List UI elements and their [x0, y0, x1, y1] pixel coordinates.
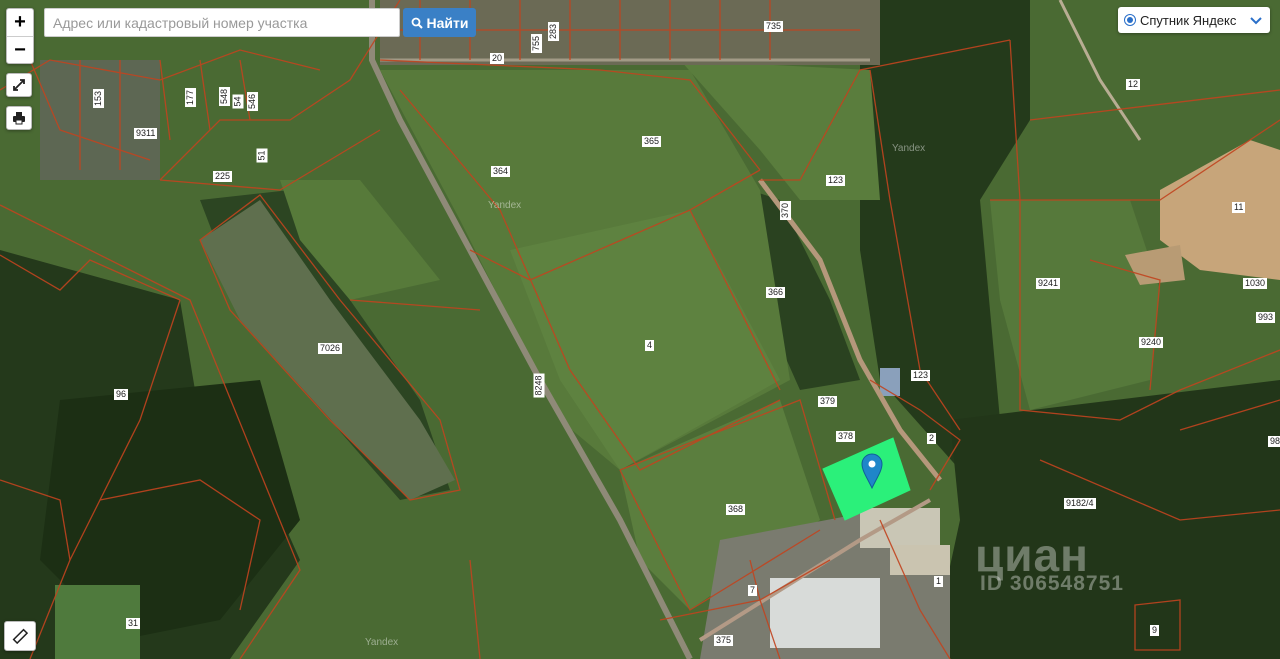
parcel-label: 9182/4: [1064, 498, 1096, 509]
parcel-label: 370: [780, 200, 792, 221]
parcel-label: 368: [726, 504, 746, 515]
chevron-down-icon: [1250, 12, 1262, 28]
address-search-input[interactable]: [44, 8, 400, 37]
parcel-label: 54: [232, 94, 244, 109]
zoom-in-button[interactable]: +: [7, 9, 33, 36]
parcel-label: 7: [748, 585, 758, 596]
parcel-label: 366: [766, 287, 786, 298]
parcel-label: 548: [219, 86, 231, 107]
parcel-label: 9: [1150, 625, 1160, 636]
ruler-icon: [12, 628, 28, 644]
parcel-label: 153: [93, 88, 105, 109]
map-layer-select[interactable]: Спутник Яндекс: [1118, 7, 1270, 33]
parcel-label: 365: [642, 136, 662, 147]
provider-label: Yandex: [488, 200, 522, 211]
parcel-label: 96: [114, 389, 129, 400]
parcel-label: 8248: [533, 373, 545, 398]
printer-icon: [13, 112, 25, 125]
parcel-label: 755: [531, 33, 543, 54]
parcel-label: 9240: [1139, 337, 1164, 348]
search-icon: [411, 17, 423, 29]
parcel-label: 12: [1126, 79, 1141, 90]
parcel-label: 4: [645, 340, 655, 351]
ruler-button[interactable]: [4, 621, 36, 651]
parcel-label: 379: [818, 396, 838, 407]
parcel-label: 9311: [134, 128, 158, 139]
parcel-label: 51: [256, 148, 268, 163]
radio-selected-icon[interactable]: [1124, 14, 1136, 26]
parcel-label: 9241: [1036, 278, 1061, 289]
fullscreen-button[interactable]: [6, 73, 32, 97]
print-button[interactable]: [6, 106, 32, 130]
parcel-label: 283: [548, 21, 560, 42]
parcel-label: 31: [126, 618, 141, 629]
parcel-label: 123: [826, 175, 846, 186]
parcel-label: 993: [1256, 312, 1276, 323]
expand-icon: [13, 79, 25, 91]
parcel-label: 177: [185, 87, 197, 108]
parcel-label: 98: [1268, 436, 1280, 447]
parcel-label: 225: [213, 171, 233, 182]
parcel-label: 7026: [318, 343, 343, 354]
parcel-label: 20: [490, 53, 505, 64]
parcel-label: 1: [934, 576, 944, 587]
map-layer-label: Спутник Яндекс: [1140, 12, 1237, 28]
parcel-label: 735: [764, 21, 784, 32]
parcel-label: 11: [1232, 202, 1246, 213]
parcel-label: 364: [491, 166, 511, 177]
zoom-control: + −: [6, 8, 34, 64]
provider-label: Yandex: [892, 143, 926, 154]
watermark-id: ID 306548751: [980, 572, 1124, 595]
parcel-label: 123: [911, 370, 931, 381]
provider-label: Yandex: [365, 637, 399, 648]
zoom-out-button[interactable]: −: [7, 36, 33, 64]
parcel-label: 1030: [1243, 278, 1268, 289]
parcel-label: 2: [927, 433, 937, 444]
parcel-label: 546: [247, 91, 259, 112]
parcel-label: 378: [836, 431, 856, 442]
parcel-label: 375: [714, 635, 734, 646]
find-button-label: Найти: [426, 14, 469, 31]
find-button[interactable]: Найти: [403, 8, 476, 37]
